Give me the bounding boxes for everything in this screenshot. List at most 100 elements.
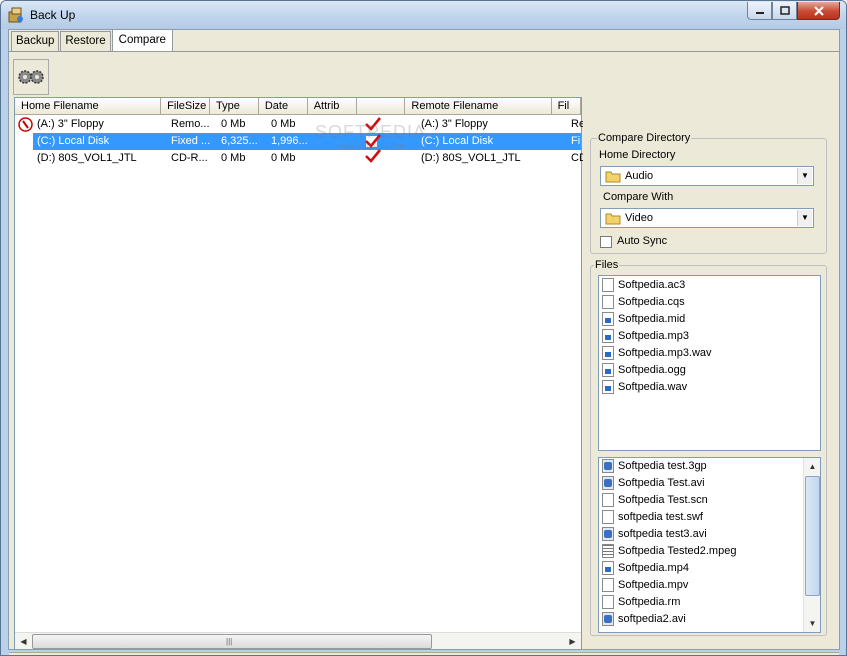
scroll-right-arrow[interactable]: ▶ xyxy=(565,634,580,649)
files-label: Files xyxy=(594,259,620,271)
table-row[interactable]: (A:) 3" Floppy Remo... 0 Mb 0 Mb (A:) 3"… xyxy=(15,116,583,133)
table-row[interactable]: (D:) 80S_VOL1_JTL CD-R... 0 Mb 0 Mb (D:)… xyxy=(15,149,583,167)
audio-file-icon xyxy=(602,561,614,575)
maximize-button[interactable] xyxy=(772,2,797,20)
compare-button[interactable] xyxy=(13,59,49,95)
window-title: Back Up xyxy=(30,8,76,22)
audio-file-icon xyxy=(602,380,614,394)
home-directory-dropdown[interactable]: Audio ▼ xyxy=(600,166,814,186)
blank-file-icon xyxy=(602,295,614,309)
list-item[interactable]: Softpedia.mp3.wav xyxy=(602,345,802,362)
home-directory-value: Audio xyxy=(625,170,654,182)
auto-sync-label[interactable]: Auto Sync xyxy=(617,235,667,247)
list-item[interactable]: Softpedia.ogg xyxy=(602,362,802,379)
maximize-icon xyxy=(779,6,790,15)
remote-files-list[interactable]: Softpedia test.3gp Softpedia Test.avi So… xyxy=(598,457,821,633)
home-filename-cell: (C:) Local Disk xyxy=(37,135,110,147)
col-date[interactable]: Date xyxy=(258,98,308,115)
chevron-down-icon[interactable]: ▼ xyxy=(797,168,812,184)
list-item[interactable]: Softpedia.mp3 xyxy=(602,328,802,345)
col-filesize[interactable]: FileSize xyxy=(161,98,211,115)
list-item[interactable]: Softpedia.mpv xyxy=(602,577,802,594)
date-cell: 1,996... xyxy=(271,135,308,147)
checkmark-icon xyxy=(365,149,381,163)
list-item[interactable]: softpedia test3.avi xyxy=(602,526,802,543)
blank-file-icon xyxy=(602,595,614,609)
col-attrib[interactable]: Attrib xyxy=(307,98,357,115)
chevron-down-icon[interactable]: ▼ xyxy=(797,210,812,226)
list-item[interactable]: Softpedia test.3gp xyxy=(602,458,802,475)
list-item[interactable]: softpedia test.swf xyxy=(602,509,802,526)
list-item[interactable]: Softpedia.mid xyxy=(602,311,802,328)
video-file-icon xyxy=(602,612,614,626)
fil-cell: CD xyxy=(571,152,583,164)
audio-file-icon xyxy=(602,312,614,326)
home-directory-label: Home Directory xyxy=(599,149,676,161)
list-item[interactable]: Softpedia Tested2.mpeg xyxy=(602,543,802,560)
list-item[interactable]: softpedia2.avi xyxy=(602,611,802,628)
compare-with-label: Compare With xyxy=(603,191,674,203)
app-icon xyxy=(8,7,23,23)
grip-icon: ||| xyxy=(226,637,233,646)
blank-file-icon xyxy=(602,510,614,524)
col-home-filename[interactable]: Home Filename xyxy=(15,98,162,115)
col-check[interactable] xyxy=(356,98,406,115)
compare-panel: Home Filename FileSize Type Date Attrib … xyxy=(9,51,839,655)
drive-list[interactable]: Home Filename FileSize Type Date Attrib … xyxy=(14,97,583,650)
date-cell: 0 Mb xyxy=(271,118,296,130)
home-files-list[interactable]: Softpedia.ac3 Softpedia.cqs Softpedia.mi… xyxy=(598,275,821,451)
type-cell: 6,325... xyxy=(221,135,258,147)
list-item[interactable]: Softpedia.mp4 xyxy=(602,560,802,577)
fil-cell: Re xyxy=(571,118,583,130)
scroll-up-arrow[interactable]: ▲ xyxy=(805,459,820,474)
col-type[interactable]: Type xyxy=(210,98,259,115)
list-item[interactable]: Softpedia.cqs xyxy=(602,294,802,311)
vertical-scroll-thumb[interactable] xyxy=(805,476,820,596)
title-bar[interactable]: Back Up xyxy=(1,1,846,29)
remote-filename-cell: (A:) 3" Floppy xyxy=(421,118,488,130)
minimize-button[interactable] xyxy=(747,2,772,20)
list-item[interactable]: Softpedia.ac3 xyxy=(602,277,802,294)
col-fil[interactable]: Fil xyxy=(551,98,581,115)
audio-file-icon xyxy=(602,363,614,377)
scroll-down-arrow[interactable]: ▼ xyxy=(805,616,820,631)
status-bar xyxy=(9,652,839,655)
horizontal-scrollbar[interactable]: ◀ ||| ▶ xyxy=(15,632,581,649)
list-header: Home Filename FileSize Type Date Attrib … xyxy=(15,98,581,115)
audio-file-icon xyxy=(602,346,614,360)
scroll-left-arrow[interactable]: ◀ xyxy=(16,634,31,649)
list-item[interactable]: Softpedia Test.scn xyxy=(602,492,802,509)
filesize-cell: Fixed ... xyxy=(171,135,211,147)
compare-directory-group: Compare Directory Home Directory Audio ▼… xyxy=(590,132,827,254)
home-filename-cell: (A:) 3" Floppy xyxy=(37,118,104,130)
blank-file-icon xyxy=(602,578,614,592)
type-cell: 0 Mb xyxy=(221,118,246,130)
error-icon xyxy=(18,117,33,132)
close-icon xyxy=(813,5,824,16)
list-item[interactable]: Softpedia.rm xyxy=(602,594,802,611)
tab-compare[interactable]: Compare xyxy=(111,29,173,51)
list-item[interactable]: Softpedia Test.avi xyxy=(602,475,802,492)
folder-icon xyxy=(605,171,621,183)
app-window: Back Up Backup Restore Compare Home File… xyxy=(0,0,847,656)
mpeg-file-icon xyxy=(602,544,614,558)
tab-backup[interactable]: Backup xyxy=(11,31,60,51)
tab-restore[interactable]: Restore xyxy=(60,31,111,51)
tab-strip: Backup Restore Compare xyxy=(11,29,174,51)
compare-with-value: Video xyxy=(625,212,653,224)
table-row-selected[interactable]: (C:) Local Disk Fixed ... 6,325... 1,996… xyxy=(15,133,581,150)
horizontal-scroll-thumb[interactable]: ||| xyxy=(32,634,432,649)
col-remote-filename[interactable]: Remote Filename xyxy=(405,98,552,115)
video-file-icon xyxy=(602,527,614,541)
filesize-cell: Remo... xyxy=(171,118,210,130)
vertical-scrollbar[interactable]: ▲ ▼ xyxy=(803,458,820,632)
home-filename-cell: (D:) 80S_VOL1_JTL xyxy=(37,152,137,164)
watermark-url: www.softpedia.com xyxy=(337,142,406,151)
close-button[interactable] xyxy=(797,2,840,20)
client-area: Backup Restore Compare Home Filename Fil… xyxy=(8,29,840,655)
auto-sync-checkbox[interactable] xyxy=(600,236,612,248)
type-cell: 0 Mb xyxy=(221,152,246,164)
list-item[interactable]: Softpedia.wav xyxy=(602,379,802,396)
remote-filename-cell: (C:) Local Disk xyxy=(421,135,494,147)
compare-with-dropdown[interactable]: Video ▼ xyxy=(600,208,814,228)
